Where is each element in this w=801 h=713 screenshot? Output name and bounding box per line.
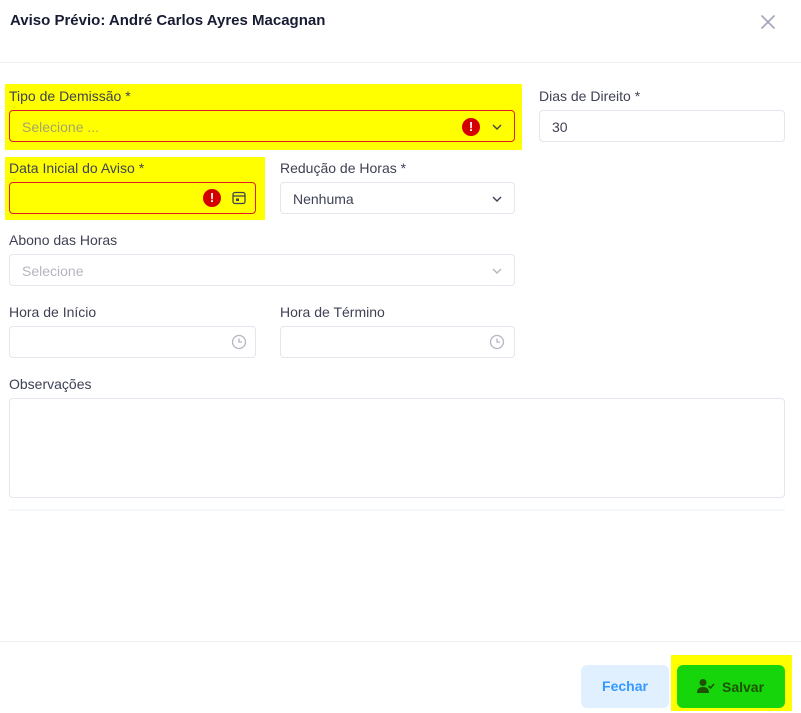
hora-termino-input[interactable]: [280, 326, 515, 358]
close-button[interactable]: Fechar: [581, 665, 669, 708]
hora-inicio-label: Hora de Início: [9, 304, 97, 320]
modal-header: Aviso Prévio: André Carlos Ayres Macagna…: [0, 0, 801, 63]
data-inicial-input[interactable]: !: [9, 182, 256, 214]
dias-direito-input[interactable]: 30: [539, 110, 785, 142]
hora-inicio-input[interactable]: [9, 326, 256, 358]
tipo-demissao-select[interactable]: Selecione ... !: [9, 110, 515, 142]
observacoes-textarea[interactable]: [9, 398, 785, 498]
calendar-icon[interactable]: [231, 190, 247, 206]
user-check-icon: [697, 679, 715, 693]
chevron-down-icon: [492, 124, 502, 130]
chevron-down-icon: [492, 196, 502, 202]
error-icon: !: [462, 118, 480, 136]
reducao-horas-label: Redução de Horas *: [280, 160, 407, 176]
close-icon[interactable]: [760, 14, 776, 30]
abono-horas-label: Abono das Horas: [9, 232, 118, 248]
reducao-horas-select[interactable]: Nenhuma: [280, 182, 515, 214]
tipo-demissao-label: Tipo de Demissão *: [9, 88, 131, 104]
form-divider: [9, 509, 785, 511]
observacoes-label: Observações: [9, 376, 92, 392]
hora-termino-label: Hora de Término: [280, 304, 385, 320]
save-button-label: Salvar: [722, 679, 765, 695]
data-inicial-label: Data Inicial do Aviso *: [9, 160, 145, 176]
error-icon: !: [203, 189, 221, 207]
footer-divider: [0, 641, 801, 642]
reducao-horas-value: Nenhuma: [293, 191, 354, 207]
dias-direito-value: 30: [552, 119, 568, 135]
modal-title: Aviso Prévio: André Carlos Ayres Macagna…: [10, 12, 326, 29]
save-button[interactable]: Salvar: [677, 665, 785, 708]
clock-icon[interactable]: [231, 334, 247, 350]
tipo-demissao-placeholder: Selecione ...: [22, 119, 100, 135]
dias-direito-label: Dias de Direito *: [539, 88, 641, 104]
abono-horas-select[interactable]: Selecione: [9, 254, 515, 286]
abono-horas-placeholder: Selecione: [22, 263, 84, 279]
chevron-down-icon: [492, 268, 502, 274]
aviso-previo-modal: Aviso Prévio: André Carlos Ayres Macagna…: [0, 0, 801, 713]
clock-icon[interactable]: [489, 334, 505, 350]
